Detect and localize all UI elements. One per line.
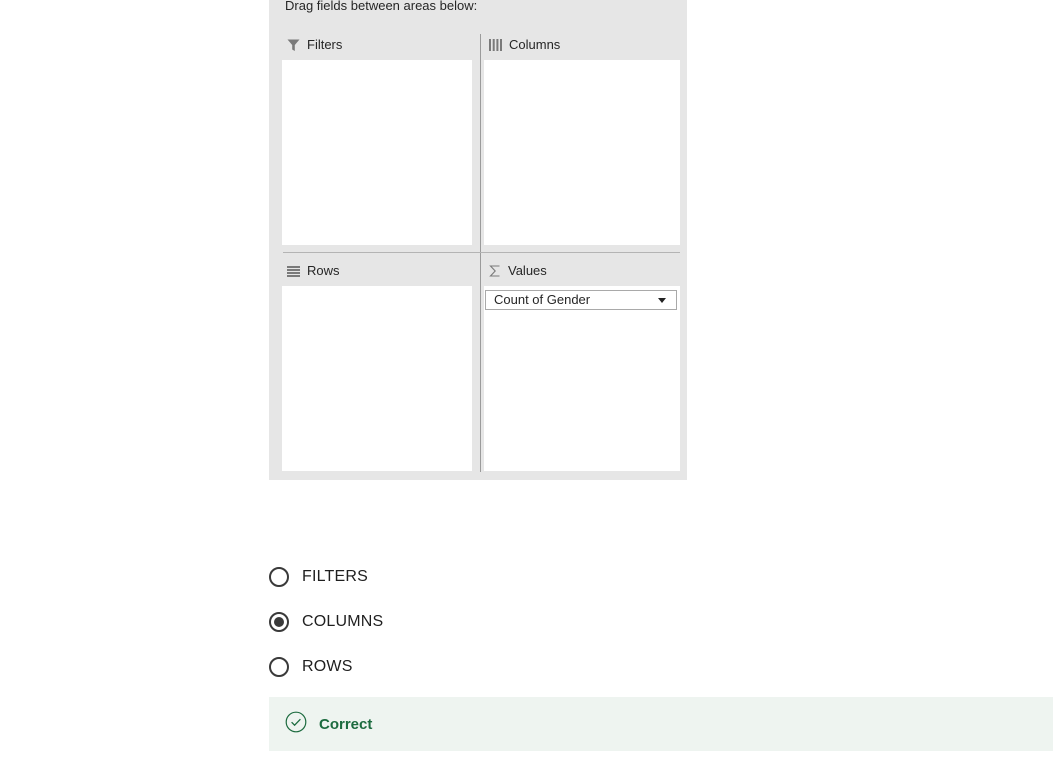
feedback-banner: Correct bbox=[269, 697, 1053, 751]
columns-area-header: Columns bbox=[489, 36, 560, 54]
values-area-label: Values bbox=[508, 263, 547, 278]
filters-area-header: Filters bbox=[287, 36, 342, 54]
feedback-label: Correct bbox=[319, 715, 373, 733]
value-field-count-of-gender[interactable]: Count of Gender bbox=[485, 290, 677, 310]
option-columns[interactable]: COLUMNS bbox=[269, 609, 383, 635]
rows-icon bbox=[287, 265, 300, 277]
radio-rows[interactable] bbox=[269, 657, 289, 677]
option-rows[interactable]: ROWS bbox=[269, 654, 353, 680]
values-drop-area[interactable] bbox=[484, 286, 680, 471]
values-area-header: Values bbox=[489, 262, 547, 280]
radio-columns-selected[interactable] bbox=[269, 612, 289, 632]
option-filters[interactable]: FILTERS bbox=[269, 564, 368, 590]
rows-area-header: Rows bbox=[287, 262, 340, 280]
pivot-instruction: Drag fields between areas below: bbox=[285, 0, 478, 13]
option-columns-label: COLUMNS bbox=[302, 613, 384, 630]
pivot-field-areas-image: Drag fields between areas below: Filters… bbox=[269, 0, 687, 480]
rows-drop-area[interactable] bbox=[282, 286, 472, 471]
filters-drop-area[interactable] bbox=[282, 60, 472, 245]
columns-icon bbox=[489, 39, 502, 51]
radio-filters[interactable] bbox=[269, 567, 289, 587]
sigma-icon bbox=[489, 265, 501, 277]
dropdown-caret-icon[interactable] bbox=[658, 298, 666, 303]
area-horizontal-divider bbox=[283, 252, 680, 253]
columns-drop-area[interactable] bbox=[484, 60, 680, 245]
filter-icon bbox=[287, 39, 300, 52]
option-filters-label: FILTERS bbox=[302, 568, 369, 585]
rows-area-label: Rows bbox=[307, 263, 340, 278]
filters-area-label: Filters bbox=[307, 37, 343, 52]
option-rows-label: ROWS bbox=[302, 658, 353, 675]
value-field-label: Count of Gender bbox=[494, 292, 591, 307]
area-vertical-divider bbox=[480, 34, 481, 472]
columns-area-label: Columns bbox=[509, 37, 561, 52]
check-circle-icon bbox=[285, 711, 307, 738]
